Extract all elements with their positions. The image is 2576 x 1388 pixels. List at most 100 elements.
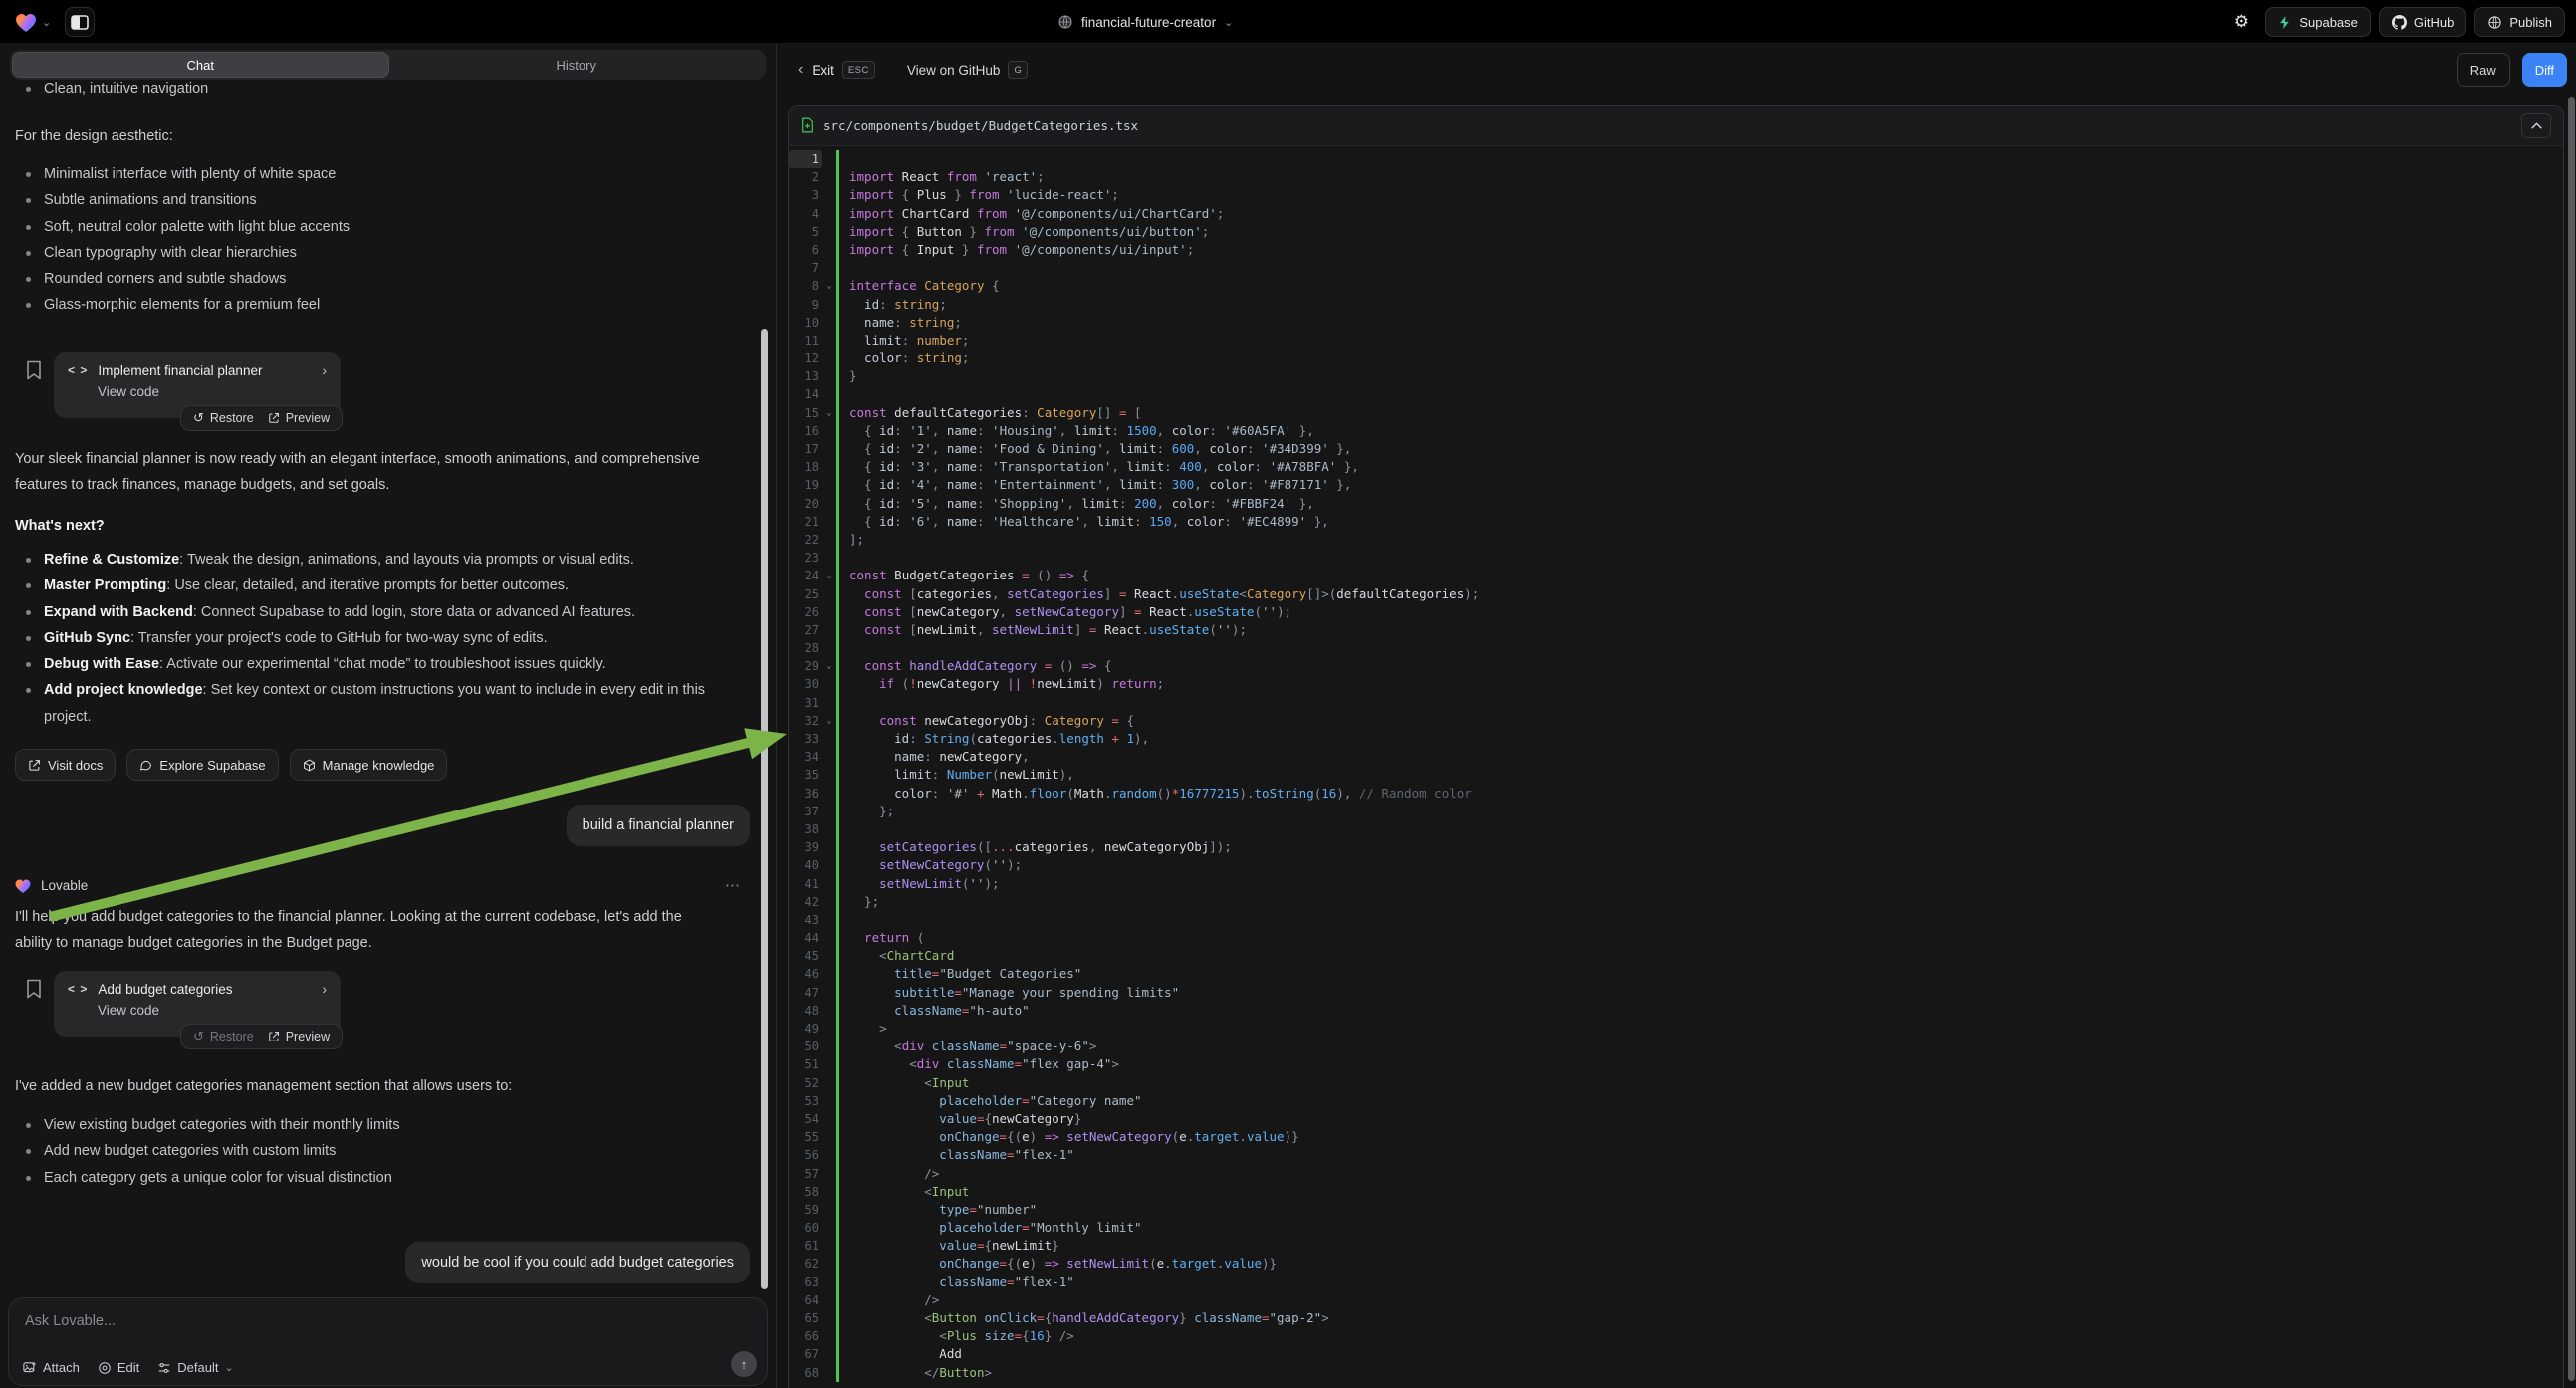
collapse-file-button[interactable] bbox=[2521, 113, 2551, 138]
list-item: Glass-morphic elements for a premium fee… bbox=[15, 292, 735, 318]
code-line: 57 /> bbox=[789, 1165, 2563, 1183]
view-code-link[interactable]: View code bbox=[98, 1003, 327, 1018]
fold-toggle-icon bbox=[822, 259, 836, 277]
code-line: 39 setCategories([...categories, newCate… bbox=[789, 838, 2563, 856]
code-line: 53 placeholder="Category name" bbox=[789, 1092, 2563, 1110]
fold-toggle-icon bbox=[822, 1345, 836, 1363]
quick-actions-row: Visit docs Explore Supabase Manage knowl… bbox=[15, 749, 447, 781]
list-item: Debug with Ease: Activate our experiment… bbox=[15, 651, 724, 677]
chat-input-box[interactable]: Attach Edit Default ⌄ ↑ bbox=[8, 1297, 768, 1386]
attach-button[interactable]: Attach bbox=[23, 1360, 80, 1375]
publish-button[interactable]: Publish bbox=[2474, 7, 2565, 37]
code-line: 42 }; bbox=[789, 893, 2563, 911]
code-line: 23 bbox=[789, 549, 2563, 567]
restore-button[interactable]: ↺ Restore bbox=[193, 410, 254, 426]
line-number: 34 bbox=[789, 748, 822, 766]
fold-toggle-icon bbox=[822, 585, 836, 603]
sidebar-toggle-button[interactable] bbox=[65, 7, 95, 37]
line-number: 42 bbox=[789, 893, 822, 911]
tab-history[interactable]: History bbox=[389, 52, 765, 78]
send-button[interactable]: ↑ bbox=[731, 1351, 757, 1377]
fold-toggle-icon bbox=[822, 241, 836, 259]
view-on-github-link[interactable]: View on GitHub bbox=[907, 63, 1001, 78]
fold-toggle-icon bbox=[822, 603, 836, 621]
tool-card-title: Implement financial planner bbox=[98, 363, 312, 378]
code-panel-scrollbar[interactable] bbox=[2568, 97, 2575, 1381]
arrow-up-icon: ↑ bbox=[741, 1357, 748, 1372]
file-header[interactable]: src/components/budget/BudgetCategories.t… bbox=[789, 106, 2563, 146]
bookmark-icon[interactable] bbox=[26, 979, 42, 999]
code-line: 2import React from 'react'; bbox=[789, 168, 2563, 186]
restore-icon: ↺ bbox=[193, 1029, 204, 1044]
exit-button[interactable]: Exit bbox=[812, 63, 834, 78]
raw-toggle-button[interactable]: Raw bbox=[2457, 53, 2510, 87]
line-number: 1 bbox=[789, 150, 822, 168]
code-line: 64 /> bbox=[789, 1291, 2563, 1309]
view-code-link[interactable]: View code bbox=[98, 384, 327, 399]
edit-mode-button[interactable]: Edit bbox=[98, 1360, 139, 1375]
project-switcher[interactable]: financial-future-creator ⌄ bbox=[1057, 0, 1233, 44]
diff-toggle-button[interactable]: Diff bbox=[2522, 53, 2567, 87]
fold-toggle-icon bbox=[822, 1146, 836, 1164]
line-number: 33 bbox=[789, 730, 822, 748]
fold-toggle-icon bbox=[822, 947, 836, 965]
fold-toggle-icon bbox=[822, 296, 836, 314]
code-line: 40 setNewCategory(''); bbox=[789, 856, 2563, 874]
code-line: 29⌄ const handleAddCategory = () => { bbox=[789, 657, 2563, 675]
fold-toggle-icon bbox=[822, 186, 836, 204]
list-item: Add new budget categories with custom li… bbox=[15, 1138, 735, 1164]
mode-selector[interactable]: Default ⌄ bbox=[157, 1360, 233, 1375]
preview-button[interactable]: Preview bbox=[268, 411, 330, 425]
github-button[interactable]: GitHub bbox=[2379, 7, 2466, 37]
manage-knowledge-button[interactable]: Manage knowledge bbox=[290, 749, 448, 781]
preview-button[interactable]: Preview bbox=[268, 1030, 330, 1043]
settings-button[interactable]: ⚙ bbox=[2225, 7, 2257, 37]
line-number: 55 bbox=[789, 1128, 822, 1146]
line-number: 14 bbox=[789, 385, 822, 403]
code-line: 56 className="flex-1" bbox=[789, 1146, 2563, 1164]
code-line: 45 <ChartCard bbox=[789, 947, 2563, 965]
fold-toggle-icon bbox=[822, 1055, 836, 1073]
line-number: 4 bbox=[789, 205, 822, 223]
chat-input[interactable] bbox=[25, 1313, 751, 1329]
chat-scrollbar[interactable] bbox=[761, 329, 768, 1289]
supabase-button[interactable]: Supabase bbox=[2265, 7, 2371, 37]
code-line: 20 { id: '5', name: 'Shopping', limit: 2… bbox=[789, 495, 2563, 513]
fold-toggle-icon bbox=[822, 838, 836, 856]
code-line: 62 onChange={(e) => setNewLimit(e.target… bbox=[789, 1255, 2563, 1272]
line-number: 28 bbox=[789, 639, 822, 657]
list-item: View existing budget categories with the… bbox=[15, 1112, 735, 1138]
fold-toggle-icon bbox=[822, 984, 836, 1002]
fold-toggle-icon[interactable]: ⌄ bbox=[822, 657, 836, 675]
restore-button[interactable]: ↺ Restore bbox=[193, 1029, 254, 1044]
chevron-left-icon: ‹ bbox=[798, 61, 803, 79]
lovable-logo-menu[interactable]: ⌄ bbox=[14, 11, 51, 33]
line-number: 26 bbox=[789, 603, 822, 621]
tab-chat[interactable]: Chat bbox=[12, 52, 389, 78]
fold-toggle-icon[interactable]: ⌄ bbox=[822, 277, 836, 295]
fold-toggle-icon[interactable]: ⌄ bbox=[822, 404, 836, 422]
fold-toggle-icon bbox=[822, 893, 836, 911]
explore-supabase-button[interactable]: Explore Supabase bbox=[126, 749, 278, 781]
restore-preview-bar: ↺ Restore Preview bbox=[180, 405, 343, 431]
fold-toggle-icon bbox=[822, 385, 836, 403]
visit-docs-button[interactable]: Visit docs bbox=[15, 749, 116, 781]
code-line: 12 color: string; bbox=[789, 349, 2563, 367]
line-number: 61 bbox=[789, 1237, 822, 1255]
code-line: 50 <div className="space-y-6"> bbox=[789, 1038, 2563, 1055]
more-options-icon[interactable]: ⋯ bbox=[725, 876, 742, 894]
fold-toggle-icon[interactable]: ⌄ bbox=[822, 567, 836, 584]
top-bar: ⌄ financial-future-creator ⌄ ⚙ Supabase bbox=[0, 0, 2576, 44]
code-line: 6import { Input } from '@/components/ui/… bbox=[789, 241, 2563, 259]
line-number: 16 bbox=[789, 422, 822, 440]
design-bullet-list: Minimalist interface with plenty of whit… bbox=[15, 161, 735, 319]
bookmark-icon[interactable] bbox=[26, 360, 42, 380]
code-line: 38 bbox=[789, 820, 2563, 838]
line-number: 29 bbox=[789, 657, 822, 675]
fold-toggle-icon bbox=[822, 1038, 836, 1055]
fold-toggle-icon bbox=[822, 1219, 836, 1237]
code-line: 16 { id: '1', name: 'Housing', limit: 15… bbox=[789, 422, 2563, 440]
code-line: 25 const [categories, setCategories] = R… bbox=[789, 585, 2563, 603]
fold-toggle-icon[interactable]: ⌄ bbox=[822, 712, 836, 730]
fold-toggle-icon bbox=[822, 349, 836, 367]
